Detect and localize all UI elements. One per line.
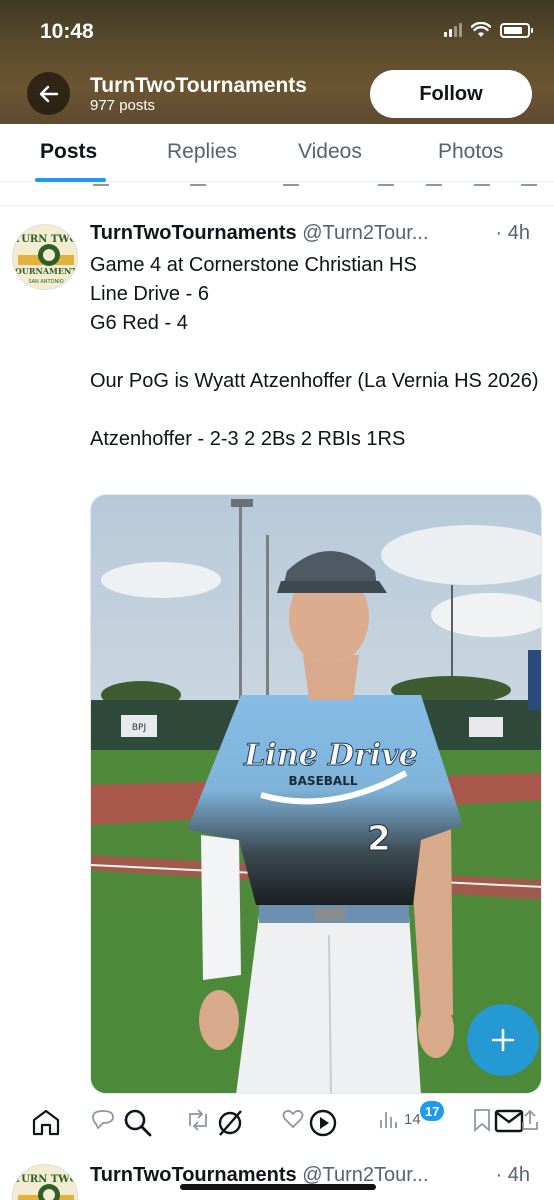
profile-posts-count: 977 posts xyxy=(90,97,156,114)
tweet-timestamp: · 4h xyxy=(495,222,530,244)
status-icons xyxy=(444,22,533,38)
tab-videos[interactable]: Videos xyxy=(298,140,362,164)
previous-tweet-actions xyxy=(0,182,554,206)
tweet-body: Game 4 at Cornerstone Christian HS Line … xyxy=(90,251,542,454)
tweet-line: Line Drive - 6 xyxy=(90,283,209,305)
compose-post-button[interactable] xyxy=(467,1004,539,1076)
plus-icon xyxy=(491,1028,515,1052)
arrow-left-icon xyxy=(39,85,58,102)
play-icon[interactable] xyxy=(308,1108,338,1138)
home-indicator xyxy=(180,1184,376,1190)
next-tweet-avatar[interactable]: TURN TWO xyxy=(12,1164,78,1200)
logo-icon: TURN TWO TOURNAMENTS SAN ANTONIO xyxy=(13,225,78,289)
profile-header-banner: 10:48 TurnTwoTournaments 977 posts Follo… xyxy=(0,0,554,124)
tweet-author-avatar[interactable]: TURN TWO TOURNAMENTS SAN ANTONIO xyxy=(12,224,78,290)
tweet-action-bar: 14 xyxy=(0,1100,554,1142)
svg-text:SAN ANTONIO: SAN ANTONIO xyxy=(28,279,63,285)
search-icon[interactable] xyxy=(122,1108,154,1138)
tweet-header: TurnTwoTournaments @Turn2Tour... xyxy=(90,222,540,245)
svg-text:BASEBALL: BASEBALL xyxy=(289,774,358,788)
views-count: 14 xyxy=(404,1111,421,1128)
tweet-line: Our PoG is Wyatt Atzenhoffer (La Vernia … xyxy=(90,370,539,392)
battery-icon xyxy=(500,22,533,38)
communities-icon[interactable] xyxy=(214,1108,246,1138)
tab-replies[interactable]: Replies xyxy=(167,140,237,164)
tweet-line xyxy=(90,396,542,425)
wifi-icon xyxy=(471,22,491,37)
cell-signal-icon xyxy=(444,23,462,37)
tweet-line: Atzenhoffer - 2-3 2 2Bs 2 RBIs 1RS xyxy=(90,428,406,450)
svg-text:Line Drive: Line Drive xyxy=(243,738,418,773)
svg-text:TURN TWO: TURN TWO xyxy=(14,1174,78,1185)
svg-text:2: 2 xyxy=(367,819,391,859)
tweet-line xyxy=(90,338,542,367)
next-tweet-author-name[interactable]: TurnTwoTournaments xyxy=(90,1164,297,1186)
svg-text:TURN TWO: TURN TWO xyxy=(14,234,78,245)
logo-icon: TURN TWO xyxy=(13,1165,78,1200)
views-icon[interactable] xyxy=(378,1108,398,1130)
bookmark-icon[interactable] xyxy=(473,1108,491,1132)
like-icon[interactable] xyxy=(282,1108,304,1130)
tab-posts[interactable]: Posts xyxy=(40,140,97,164)
next-tweet-timestamp: · 4h xyxy=(495,1164,530,1186)
svg-text:TOURNAMENTS: TOURNAMENTS xyxy=(13,266,78,276)
next-tweet-author-handle[interactable]: @Turn2Tour... xyxy=(302,1164,428,1186)
share-icon[interactable] xyxy=(520,1108,540,1132)
reply-icon[interactable] xyxy=(92,1108,114,1132)
tweet-line: Game 4 at Cornerstone Christian HS xyxy=(90,254,417,276)
svg-text:BPJ: BPJ xyxy=(132,723,146,733)
notifications-badge[interactable]: 17 xyxy=(420,1101,445,1121)
status-time: 10:48 xyxy=(40,20,94,43)
tweet-photo[interactable]: BPJ Line Drive BASEBALL 2 xyxy=(90,494,542,1094)
back-button[interactable] xyxy=(27,72,70,115)
tab-photos[interactable]: Photos xyxy=(438,140,503,164)
tweet-author-name[interactable]: TurnTwoTournaments xyxy=(90,222,297,244)
home-icon[interactable] xyxy=(31,1108,61,1136)
tweet-line: G6 Red - 4 xyxy=(90,312,188,334)
profile-name: TurnTwoTournaments xyxy=(90,74,307,97)
tweet-author-handle[interactable]: @Turn2Tour... xyxy=(302,222,428,244)
repost-icon[interactable] xyxy=(185,1108,211,1132)
player-photo-illustration: BPJ Line Drive BASEBALL 2 xyxy=(91,495,541,1093)
profile-tabs: Posts Replies Videos Photos xyxy=(0,124,554,182)
follow-button[interactable]: Follow xyxy=(370,70,532,118)
